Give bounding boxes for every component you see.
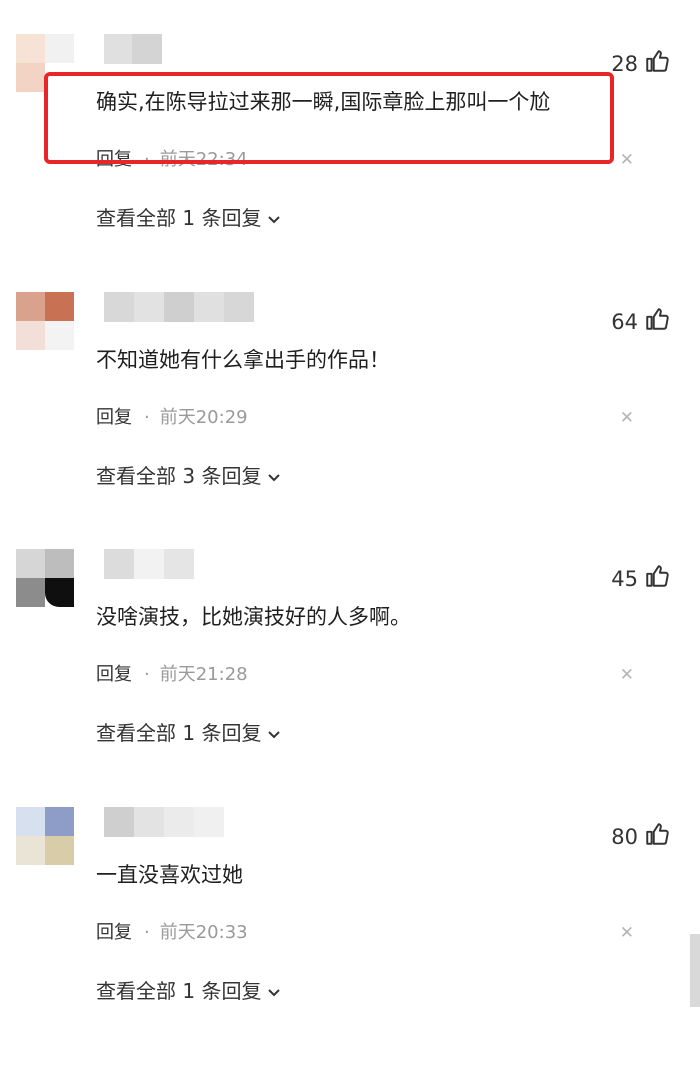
avatar[interactable] — [16, 549, 74, 607]
thumbs-up-icon[interactable] — [644, 306, 670, 332]
name-pixel — [134, 807, 164, 837]
name-pixel — [104, 549, 134, 579]
comment-meta: 回复 · 前天20:33 — [96, 921, 248, 945]
avatar[interactable] — [16, 292, 74, 350]
like-count: 45 — [611, 567, 638, 591]
avatar[interactable] — [16, 807, 74, 865]
avatar-pixel — [45, 321, 74, 350]
thumbs-up-icon[interactable] — [644, 48, 670, 74]
close-icon[interactable]: ✕ — [620, 665, 634, 685]
chevron-down-icon — [268, 730, 281, 738]
avatar-pixel — [45, 549, 74, 578]
name-pixel — [104, 292, 134, 322]
avatar-pixel — [16, 34, 45, 63]
view-replies-label: 查看全部 1 条回复 — [96, 206, 262, 230]
thumbs-up-icon[interactable] — [644, 821, 670, 847]
separator: · — [144, 664, 150, 685]
avatar-pixel — [45, 578, 74, 607]
close-icon[interactable]: ✕ — [620, 923, 634, 943]
comment-meta: 回复 · 前天21:28 — [96, 663, 248, 687]
separator: · — [144, 407, 150, 428]
name-pixel — [132, 34, 162, 64]
reply-button[interactable]: 回复 — [96, 922, 132, 943]
comment-text: 一直没喜欢过她 — [96, 863, 243, 887]
name-pixel — [194, 807, 224, 837]
name-pixel — [224, 292, 254, 322]
name-pixel — [164, 292, 194, 322]
view-replies-label: 查看全部 3 条回复 — [96, 464, 262, 488]
view-replies-label: 查看全部 1 条回复 — [96, 979, 262, 1003]
avatar-pixel — [45, 34, 74, 63]
name-pixel — [134, 549, 164, 579]
reply-button[interactable]: 回复 — [96, 664, 132, 685]
view-replies-button[interactable]: 查看全部 3 条回复 — [96, 463, 281, 489]
view-replies-button[interactable]: 查看全部 1 条回复 — [96, 205, 281, 231]
comment-text: 不知道她有什么拿出手的作品！ — [96, 348, 390, 372]
highlight-box — [44, 72, 614, 164]
name-pixel — [164, 549, 194, 579]
name-pixel — [194, 292, 224, 322]
scrollbar[interactable] — [690, 934, 700, 1007]
avatar-pixel — [16, 63, 45, 92]
avatar-pixel — [45, 807, 74, 836]
comment-item: 64 不知道她有什么拿出手的作品！ 回复 · 前天20:29 ✕ 查看全部 3 条回… — [0, 292, 700, 550]
avatar-pixel — [16, 807, 45, 836]
name-pixel — [104, 34, 132, 64]
like-count: 64 — [611, 310, 638, 334]
like-count: 28 — [611, 52, 638, 76]
chevron-down-icon — [268, 215, 281, 223]
timestamp: 前天21:28 — [159, 664, 248, 685]
avatar-pixel — [16, 549, 45, 578]
timestamp: 前天20:29 — [159, 407, 248, 428]
avatar-pixel — [16, 321, 45, 350]
comment-item: 45 没啥演技，比她演技好的人多啊。 回复 · 前天21:28 ✕ 查看全部 1 条… — [0, 549, 700, 807]
reply-button[interactable]: 回复 — [96, 407, 132, 428]
timestamp: 前天20:33 — [159, 922, 248, 943]
close-icon[interactable]: ✕ — [620, 408, 634, 428]
close-icon[interactable]: ✕ — [620, 150, 634, 170]
comment-meta: 回复 · 前天20:29 — [96, 406, 248, 430]
thumbs-up-icon[interactable] — [644, 563, 670, 589]
comment-item: 80 一直没喜欢过她 回复 · 前天20:33 ✕ 查看全部 1 条回复 — [0, 807, 700, 1065]
name-pixel — [164, 807, 194, 837]
view-replies-label: 查看全部 1 条回复 — [96, 721, 262, 745]
chevron-down-icon — [268, 473, 281, 481]
avatar-pixel — [45, 836, 74, 865]
view-replies-button[interactable]: 查看全部 1 条回复 — [96, 720, 281, 746]
name-pixel — [104, 807, 134, 837]
view-replies-button[interactable]: 查看全部 1 条回复 — [96, 978, 281, 1004]
separator: · — [144, 922, 150, 943]
avatar-pixel — [16, 578, 45, 607]
comment-text: 没啥演技，比她演技好的人多啊。 — [96, 605, 411, 629]
avatar-pixel — [45, 292, 74, 321]
name-pixel — [134, 292, 164, 322]
avatar-pixel — [16, 836, 45, 865]
chevron-down-icon — [268, 988, 281, 996]
avatar-pixel — [16, 292, 45, 321]
like-count: 80 — [611, 825, 638, 849]
